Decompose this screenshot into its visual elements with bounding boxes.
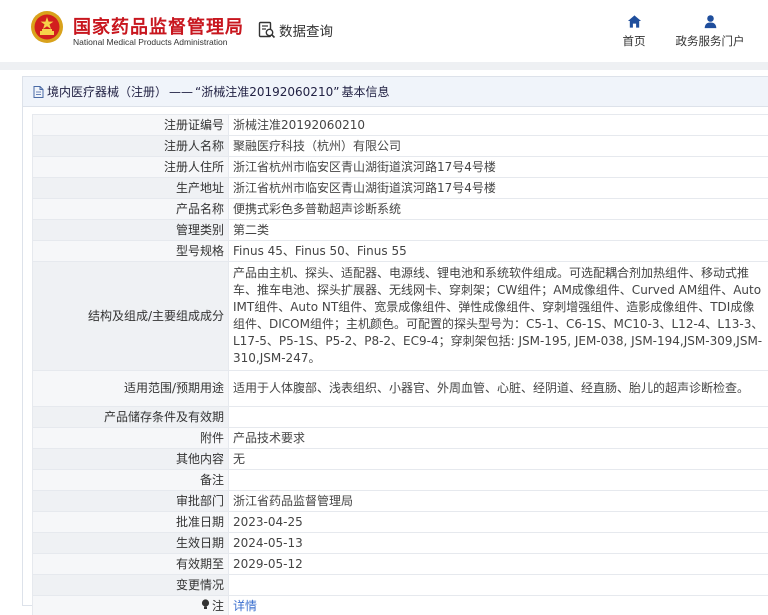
field-value: 第二类 (228, 219, 768, 241)
field-label: 产品储存条件及有效期 (32, 406, 229, 428)
table-row: 生产地址 浙江省杭州市临安区青山湖街道滨河路17号4号楼 (32, 177, 768, 199)
lightbulb-icon (201, 598, 210, 614)
details-link[interactable]: 详情 (233, 599, 257, 613)
field-value: 产品技术要求 (228, 427, 768, 449)
table-row: 其他内容无 (32, 448, 768, 470)
header-divider (0, 62, 768, 70)
national-emblem-icon[interactable] (30, 10, 64, 44)
search-document-icon (258, 21, 276, 39)
table-row: 注册证编号 浙械注准20192060210 (32, 114, 768, 136)
field-value: 浙械注准20192060210 (228, 114, 768, 136)
site-logo-title[interactable]: 国家药品监督管理局 (73, 13, 244, 39)
note-label: 注 (211, 598, 224, 613)
field-label: 变更情况 (32, 574, 229, 596)
table-row: 批准日期 2023-04-25 (32, 511, 768, 533)
field-value: 浙江省杭州市临安区青山湖街道滨河路17号4号楼 (228, 156, 768, 178)
title-separator: —— (169, 84, 194, 99)
field-label: 审批部门 (32, 490, 229, 512)
field-value (228, 469, 768, 491)
nav-gov-service-portal[interactable]: 政务服务门户 (672, 14, 748, 49)
table-row: 注册人住所 浙江省杭州市临安区青山湖街道滨河路17号4号楼 (32, 156, 768, 178)
field-value (228, 406, 768, 428)
nav-gov-label: 政务服务门户 (675, 34, 745, 48)
table-row: 注册人名称 聚融医疗科技（杭州）有限公司 (32, 135, 768, 157)
data-query-label: 数据查询 (279, 24, 333, 40)
field-label: 产品名称 (32, 198, 229, 220)
home-icon (627, 15, 641, 28)
table-row: 附件 产品技术要求 (32, 427, 768, 449)
field-label: 批准日期 (32, 511, 229, 533)
field-value (228, 574, 768, 596)
field-value: Finus 45、Finus 50、Finus 55 (228, 240, 768, 262)
field-label: 结构及组成/主要组成成分 (32, 261, 229, 371)
document-icon (33, 85, 44, 98)
table-row: 适用范围/预期用途 适用于人体腹部、浅表组织、小器官、外周血管、心脏、经阴道、经直… (32, 370, 768, 407)
table-row: 产品储存条件及有效期 (32, 406, 768, 428)
field-label: 生产地址 (32, 177, 229, 199)
note-row: 注详情 (32, 595, 768, 615)
table-row: 管理类别 第二类 (32, 219, 768, 241)
table-row: 备注 (32, 469, 768, 491)
field-value: 产品由主机、探头、适配器、电源线、锂电池和系统软件组成。可选配耦合剂加热组件、移… (228, 261, 768, 371)
nav-home-label: 首页 (622, 34, 646, 48)
field-label: 注册人住所 (32, 156, 229, 178)
field-value: 无 (228, 448, 768, 470)
nav-home[interactable]: 首页 (617, 14, 651, 49)
table-row: 产品名称 便携式彩色多普勒超声诊断系统 (32, 198, 768, 220)
table-row: 有效期至 2029-05-12 (32, 553, 768, 575)
field-label: 型号规格 (32, 240, 229, 262)
table-row: 审批部门 浙江省药品监督管理局 (32, 490, 768, 512)
title-category: 境内医疗器械（注册） (47, 84, 168, 99)
site-header: 国家药品监督管理局 National Medical Products Admi… (0, 0, 768, 62)
table-row: 生效日期 2024-05-13 (32, 532, 768, 554)
field-value: 便携式彩色多普勒超声诊断系统 (228, 198, 768, 220)
info-table: 注册证编号 浙械注准20192060210 注册人名称 聚融医疗科技（杭州）有限公司注… (32, 114, 768, 615)
table-row: 变更情况 (32, 574, 768, 596)
data-query-link[interactable]: 数据查询 (258, 20, 333, 40)
note-value-cell: 详情 (228, 595, 768, 615)
field-label: 附件 (32, 427, 229, 449)
user-icon (704, 15, 716, 29)
site-logo-subtitle: National Medical Products Administration (73, 37, 228, 47)
title-suffix: 基本信息 (341, 84, 390, 99)
field-label: 管理类别 (32, 219, 229, 241)
field-value: 2023-04-25 (228, 511, 768, 533)
field-label: 适用范围/预期用途 (32, 370, 229, 407)
table-row: 型号规格 Finus 45、Finus 50、Finus 55 (32, 240, 768, 262)
title-name: “浙械注准20192060210” (195, 84, 340, 99)
field-label: 备注 (32, 469, 229, 491)
field-label: 其他内容 (32, 448, 229, 470)
field-value: 2029-05-12 (228, 553, 768, 575)
field-label: 注册证编号 (32, 114, 229, 136)
field-label: 生效日期 (32, 532, 229, 554)
field-value: 适用于人体腹部、浅表组织、小器官、外周血管、心脏、经阴道、经直肠、胎儿的超声诊断… (228, 370, 768, 407)
note-label-cell: 注 (32, 595, 229, 615)
field-value: 浙江省药品监督管理局 (228, 490, 768, 512)
field-value: 浙江省杭州市临安区青山湖街道滨河路17号4号楼 (228, 177, 768, 199)
field-label: 有效期至 (32, 553, 229, 575)
table-row: 结构及组成/主要组成成分 产品由主机、探头、适配器、电源线、锂电池和系统软件组成。… (32, 261, 768, 371)
detail-card: 境内医疗器械（注册） —— “浙械注准20192060210” 基本信息 注册证… (22, 76, 768, 615)
field-value: 聚融医疗科技（杭州）有限公司 (228, 135, 768, 157)
detail-title: 境内医疗器械（注册） —— “浙械注准20192060210” 基本信息 (23, 77, 768, 107)
field-label: 注册人名称 (32, 135, 229, 157)
field-value: 2024-05-13 (228, 532, 768, 554)
